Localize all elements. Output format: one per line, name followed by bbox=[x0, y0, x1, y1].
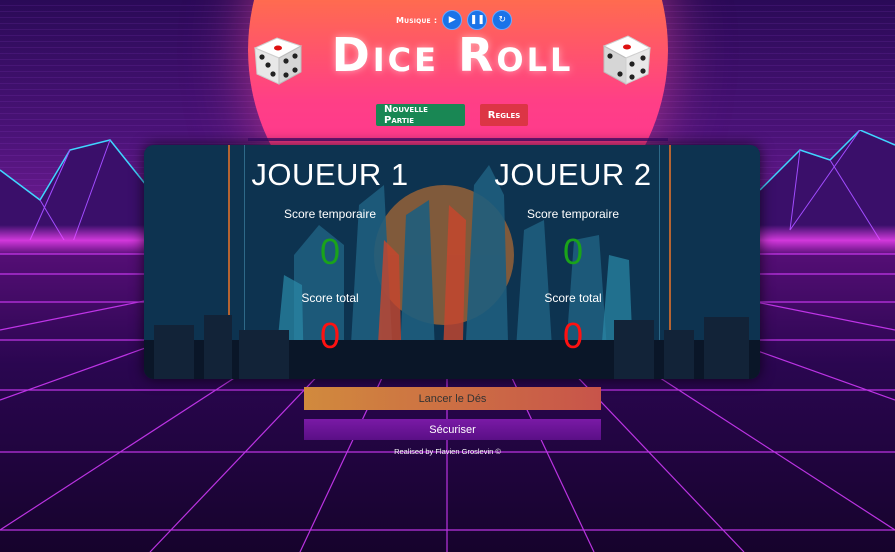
game-board: JOUEUR 1 Score temporaire 0 Score total … bbox=[144, 145, 760, 379]
total-score-value: 0 bbox=[562, 315, 584, 356]
footer-credit: Realised by Flavien Groslevin © bbox=[394, 447, 501, 456]
rules-button[interactable]: Regles bbox=[480, 104, 528, 126]
music-play-button[interactable]: ▶ bbox=[442, 10, 463, 30]
music-label: Musique : bbox=[396, 15, 438, 25]
dice-icon bbox=[253, 37, 303, 85]
temp-score-value: 0 bbox=[319, 231, 341, 272]
player-2-panel: JOUEUR 2 Score temporaire 0 Score total … bbox=[433, 145, 713, 379]
music-replay-button[interactable]: ↻ bbox=[492, 10, 513, 30]
temp-score-label: Score temporaire bbox=[283, 207, 377, 221]
replay-icon: ↻ bbox=[498, 14, 507, 25]
player-name: JOUEUR 1 bbox=[251, 157, 409, 192]
player-name: JOUEUR 2 bbox=[494, 157, 652, 192]
music-controls: Musique : ▶ ❚❚ ↻ bbox=[396, 10, 513, 30]
new-game-button[interactable]: Nouvelle Partie bbox=[376, 104, 465, 126]
player-1-panel: JOUEUR 1 Score temporaire 0 Score total … bbox=[190, 145, 470, 379]
total-score-value: 0 bbox=[319, 315, 341, 356]
pause-icon: ❚❚ bbox=[469, 14, 485, 25]
roll-dice-button[interactable]: Lancer le Dés bbox=[304, 387, 601, 410]
game-title: Dice Roll bbox=[331, 28, 574, 82]
total-score-label: Score total bbox=[544, 291, 602, 305]
temp-score-value: 0 bbox=[562, 231, 584, 272]
play-icon: ▶ bbox=[448, 14, 456, 25]
temp-score-label: Score temporaire bbox=[526, 207, 620, 221]
hold-button[interactable]: Sécuriser bbox=[304, 419, 601, 440]
dice-icon bbox=[602, 35, 652, 85]
music-pause-button[interactable]: ❚❚ bbox=[467, 10, 488, 30]
total-score-label: Score total bbox=[301, 291, 359, 305]
